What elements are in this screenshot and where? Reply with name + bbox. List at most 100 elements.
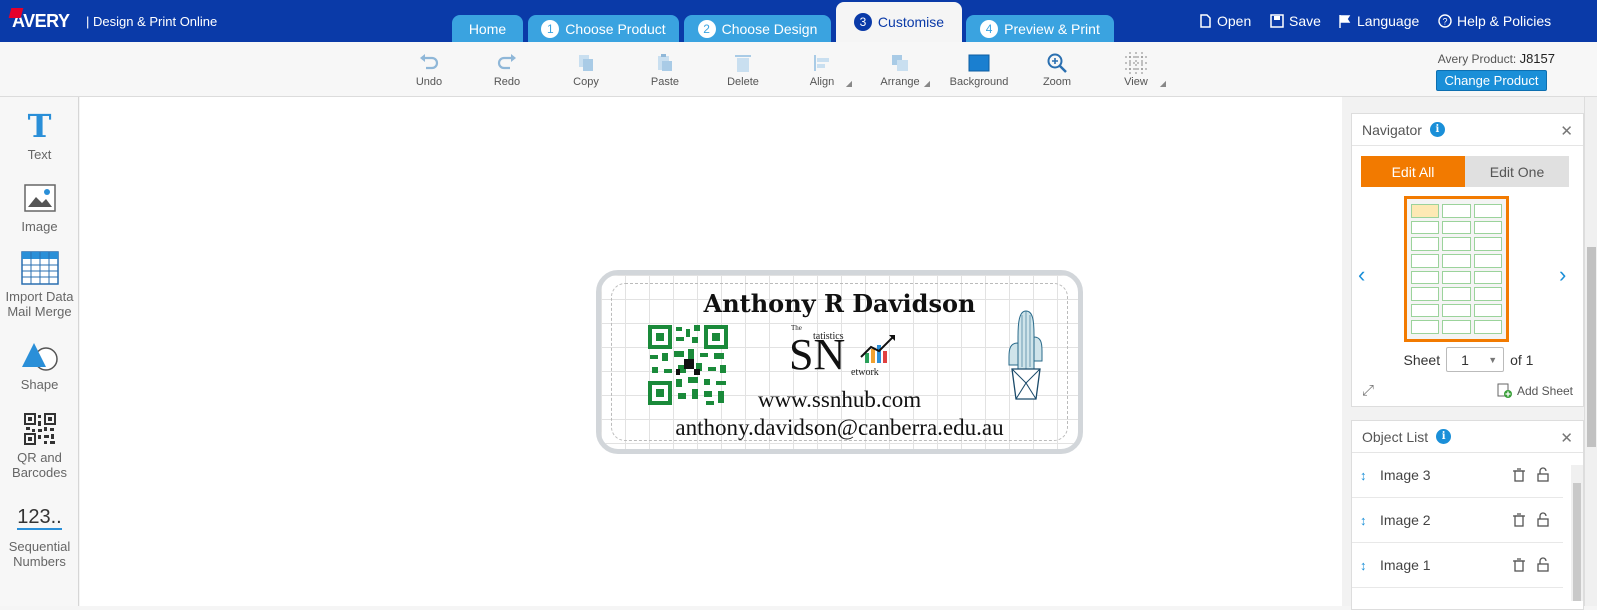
sheet-select[interactable]: 1 ▼ xyxy=(1446,347,1505,372)
step-number: 2 xyxy=(697,19,716,38)
next-sheet-arrow-icon[interactable]: › xyxy=(1559,262,1566,288)
object-list-scrollbar[interactable] xyxy=(1571,465,1583,601)
navigator-panel: Navigator i ✕ Edit All Edit One ‹ › Shee… xyxy=(1351,113,1584,407)
copy-icon xyxy=(579,55,593,71)
object-list-item[interactable]: ↕ Image 1 xyxy=(1352,543,1563,588)
tab-customise[interactable]: 3 Customise xyxy=(836,2,962,42)
file-icon xyxy=(1200,14,1211,28)
previous-sheet-arrow-icon[interactable]: ‹ xyxy=(1358,262,1365,288)
label-design[interactable]: Anthony R Davidson The SN tatistics etwo… xyxy=(596,270,1083,454)
shape-icon xyxy=(21,343,58,371)
avery-logo[interactable]: AVERY xyxy=(8,8,70,32)
unlock-icon[interactable] xyxy=(1537,467,1549,482)
trash-icon[interactable] xyxy=(1513,513,1525,527)
label-url-text[interactable]: www.ssnhub.com xyxy=(601,387,1078,413)
step-number: 3 xyxy=(853,13,872,31)
spreadsheet-icon xyxy=(20,251,59,285)
product-code: J8157 xyxy=(1519,51,1555,66)
dropdown-triangle-icon: ◢ xyxy=(845,79,852,88)
add-sheet-icon xyxy=(1497,383,1512,398)
shape-tool[interactable]: Shape xyxy=(0,337,79,392)
expand-icon[interactable]: ⤢ xyxy=(1362,382,1374,399)
zoom-icon xyxy=(1047,53,1067,73)
drag-handle-icon[interactable]: ↕ xyxy=(1360,558,1367,573)
change-product-button[interactable]: Change Product xyxy=(1436,70,1547,91)
image-icon xyxy=(23,184,56,212)
right-panel: Navigator i ✕ Edit All Edit One ‹ › Shee… xyxy=(1342,97,1597,610)
dropdown-triangle-icon: ◢ xyxy=(1159,79,1166,88)
top-bar: AVERY | Design & Print Online Home 1 Cho… xyxy=(0,0,1597,42)
text-tool[interactable]: T Text xyxy=(0,106,79,163)
object-list-panel: Object List i ✕ ↕ Image 3 ↕ Image 2 ↕ Im… xyxy=(1351,420,1584,610)
background-icon xyxy=(968,54,990,72)
copy-button[interactable]: Copy xyxy=(554,50,618,88)
undo-button[interactable]: Undo xyxy=(397,50,461,88)
tab-home[interactable]: Home xyxy=(452,15,523,42)
logo-word-network: etwork xyxy=(851,367,879,378)
open-button[interactable]: Open xyxy=(1198,13,1251,29)
close-icon[interactable]: ✕ xyxy=(1560,429,1573,447)
sequential-numbers-icon: 123.. xyxy=(17,506,62,530)
dropdown-triangle-icon: ◢ xyxy=(923,79,930,88)
undo-icon xyxy=(420,54,439,70)
background-button[interactable]: Background xyxy=(947,50,1011,88)
drag-handle-icon[interactable]: ↕ xyxy=(1360,513,1367,528)
tab-preview-print[interactable]: 4 Preview & Print xyxy=(966,15,1114,42)
save-icon xyxy=(1270,14,1284,28)
trash-icon xyxy=(735,55,751,72)
help-icon: ? xyxy=(1438,14,1452,28)
qr-barcodes-tool[interactable]: QR and Barcodes xyxy=(0,410,79,480)
object-list-item[interactable]: ↕ Image 3 xyxy=(1352,453,1563,498)
language-button[interactable]: Language xyxy=(1338,13,1419,29)
align-icon xyxy=(814,55,829,71)
tab-choose-design[interactable]: 2 Choose Design xyxy=(684,15,831,42)
unlock-icon[interactable] xyxy=(1537,512,1549,527)
delete-button[interactable]: Delete xyxy=(711,50,775,88)
label-email-text[interactable]: anthony.davidson@canberra.edu.au xyxy=(601,415,1078,441)
step-number: 1 xyxy=(541,19,560,38)
drag-handle-icon[interactable]: ↕ xyxy=(1360,468,1367,483)
app-title: | Design & Print Online xyxy=(86,14,218,29)
paste-button[interactable]: Paste xyxy=(633,50,697,88)
step-number: 4 xyxy=(980,19,999,38)
sheet-thumbnail[interactable] xyxy=(1404,196,1509,342)
ssn-logo-image[interactable]: The SN tatistics etwork xyxy=(789,321,899,379)
navigator-header: Navigator i ✕ xyxy=(1352,114,1583,146)
align-button[interactable]: Align ◢ xyxy=(790,50,854,88)
edit-all-button[interactable]: Edit All xyxy=(1361,156,1465,187)
help-button[interactable]: ? Help & Policies xyxy=(1438,13,1551,29)
zoom-button[interactable]: Zoom xyxy=(1025,50,1089,88)
arrange-icon xyxy=(892,55,908,71)
close-icon[interactable]: ✕ xyxy=(1560,122,1573,140)
left-toolbar: T Text Image Import Data Mail Merge Shap… xyxy=(0,97,79,606)
info-icon[interactable]: i xyxy=(1429,122,1445,137)
tab-choose-product[interactable]: 1 Choose Product xyxy=(528,15,679,42)
qr-code-icon xyxy=(23,413,56,445)
arrange-button[interactable]: Arrange ◢ xyxy=(868,50,932,88)
toolbar: Undo Redo Copy Paste Delete Align ◢ Arra… xyxy=(0,42,1597,97)
flag-icon xyxy=(1339,15,1351,28)
view-button[interactable]: View ◢ xyxy=(1104,50,1168,88)
redo-icon xyxy=(497,54,516,70)
text-icon: T xyxy=(27,106,52,145)
edit-one-button[interactable]: Edit One xyxy=(1465,156,1569,187)
image-tool[interactable]: Image xyxy=(0,179,79,234)
paste-icon xyxy=(658,54,672,71)
trash-icon[interactable] xyxy=(1513,558,1525,572)
sequential-numbers-tool[interactable]: 123.. Sequential Numbers xyxy=(0,499,79,569)
avery-product-label: Avery Product: J8157 xyxy=(1437,51,1555,66)
save-button[interactable]: Save xyxy=(1270,13,1321,29)
import-data-mail-merge-tool[interactable]: Import Data Mail Merge xyxy=(0,249,79,319)
logo-word-statistics: tatistics xyxy=(813,331,844,342)
object-list-item[interactable]: ↕ Image 2 xyxy=(1352,498,1563,543)
sheet-selector-row: Sheet 1 ▼ of 1 xyxy=(1352,347,1585,372)
grid-view-icon xyxy=(1125,52,1147,74)
right-scrollbar[interactable] xyxy=(1584,97,1597,606)
unlock-icon[interactable] xyxy=(1537,557,1549,572)
add-sheet-button[interactable]: Add Sheet xyxy=(1497,383,1573,398)
object-list-header: Object List i ✕ xyxy=(1352,421,1583,453)
redo-button[interactable]: Redo xyxy=(475,50,539,88)
svg-text:?: ? xyxy=(1442,17,1447,27)
trash-icon[interactable] xyxy=(1513,468,1525,482)
info-icon[interactable]: i xyxy=(1436,429,1452,444)
